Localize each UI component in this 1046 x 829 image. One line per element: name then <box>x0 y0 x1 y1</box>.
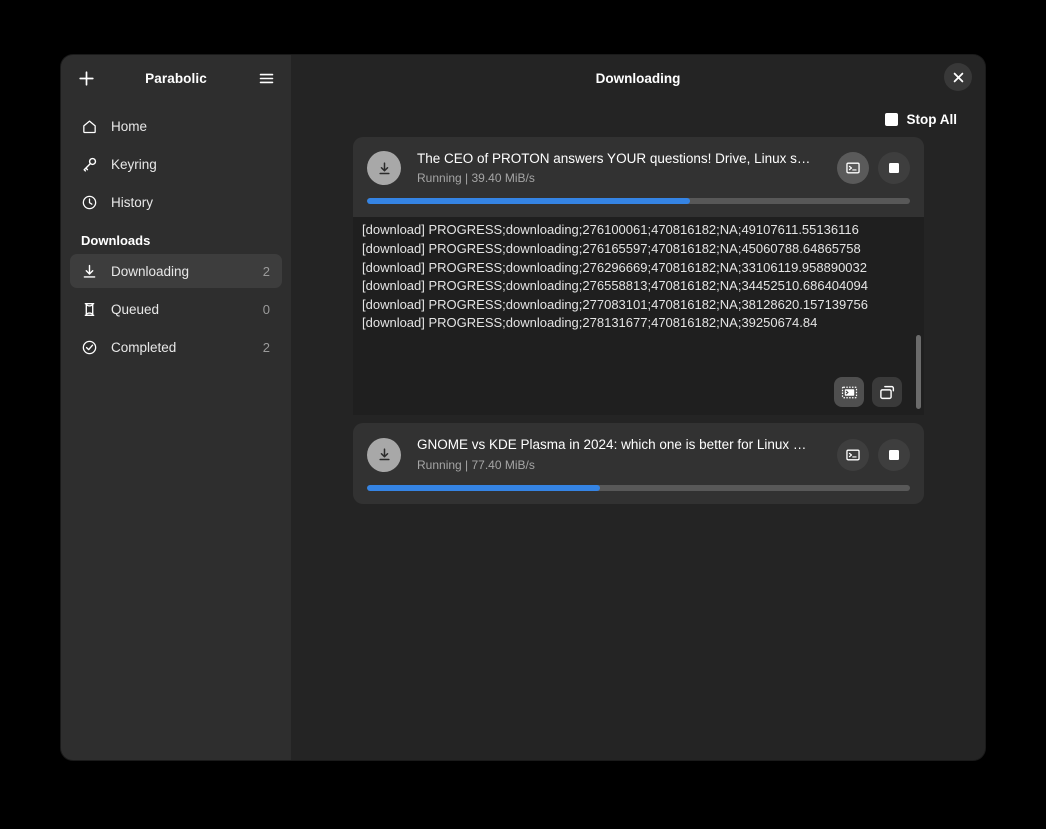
download-progress <box>353 473 924 504</box>
log-action-buttons <box>834 377 902 407</box>
sidebar-item-label: Keyring <box>111 157 272 172</box>
download-title: The CEO of PROTON answers YOUR questions… <box>417 150 827 168</box>
stop-square-icon <box>885 113 898 126</box>
terminal-boxed-icon <box>841 384 858 401</box>
download-log-area[interactable]: [download] PROGRESS;downloading;27610006… <box>353 217 924 415</box>
sidebar-header: Parabolic <box>61 55 291 101</box>
download-log-text: [download] PROGRESS;downloading;27610006… <box>353 217 924 337</box>
close-icon <box>953 72 964 83</box>
downloads-list: The CEO of PROTON answers YOUR questions… <box>291 137 985 760</box>
sidebar-navigation: Home Keyring History <box>61 101 291 368</box>
close-window-button[interactable] <box>944 63 972 91</box>
copy-log-button[interactable] <box>872 377 902 407</box>
download-progress <box>353 186 924 217</box>
app-title: Parabolic <box>101 71 251 86</box>
hourglass-icon <box>80 300 98 318</box>
toggle-log-button[interactable] <box>837 152 869 184</box>
main-header: Downloading <box>291 55 985 101</box>
progress-fill <box>367 198 690 204</box>
download-card-row: The CEO of PROTON answers YOUR questions… <box>353 137 924 186</box>
stop-all-label: Stop All <box>907 112 958 127</box>
terminal-icon <box>845 447 861 463</box>
sidebar-item-label: Completed <box>111 340 263 355</box>
add-download-button[interactable] <box>71 63 101 93</box>
home-icon <box>80 117 98 135</box>
log-scrollbar[interactable] <box>916 335 921 409</box>
download-title: GNOME vs KDE Plasma in 2024: which one i… <box>417 436 827 454</box>
download-status: Running | 77.40 MiB/s <box>417 457 827 473</box>
download-status: Running | 39.40 MiB/s <box>417 170 827 186</box>
toggle-log-button[interactable] <box>837 439 869 471</box>
download-card[interactable]: The CEO of PROTON answers YOUR questions… <box>353 137 924 217</box>
parabolic-app-window: Parabolic Home <box>61 55 985 760</box>
download-arrow-icon <box>367 438 401 472</box>
downloads-toolbar: Stop All <box>291 101 985 137</box>
progress-track <box>367 198 910 204</box>
download-arrow-icon <box>80 262 98 280</box>
terminal-icon <box>845 160 861 176</box>
sidebar-item-count: 2 <box>263 340 272 355</box>
stop-square-icon <box>887 448 901 462</box>
sidebar-item-home[interactable]: Home <box>70 109 282 143</box>
open-console-button[interactable] <box>834 377 864 407</box>
stop-square-icon <box>887 161 901 175</box>
stop-download-button[interactable] <box>878 152 910 184</box>
sidebar-item-keyring[interactable]: Keyring <box>70 147 282 181</box>
sidebar-item-label: Home <box>111 119 272 134</box>
sidebar-item-downloading[interactable]: Downloading 2 <box>70 254 282 288</box>
sidebar-item-queued[interactable]: Queued 0 <box>70 292 282 326</box>
sidebar-item-history[interactable]: History <box>70 185 282 219</box>
sidebar-section-downloads: Downloads <box>70 223 282 254</box>
sidebar-item-label: Queued <box>111 302 263 317</box>
main-menu-button[interactable] <box>251 63 281 93</box>
page-title: Downloading <box>596 71 681 86</box>
clock-icon <box>80 193 98 211</box>
sidebar-item-completed[interactable]: Completed 2 <box>70 330 282 364</box>
download-info: The CEO of PROTON answers YOUR questions… <box>401 150 837 186</box>
stop-download-button[interactable] <box>878 439 910 471</box>
download-actions <box>837 439 910 471</box>
sidebar-item-label: History <box>111 195 272 210</box>
stop-all-button[interactable]: Stop All <box>879 108 964 131</box>
sidebar-item-count: 2 <box>263 264 272 279</box>
sidebar-item-label: Downloading <box>111 264 263 279</box>
check-circle-icon <box>80 338 98 356</box>
key-icon <box>80 155 98 173</box>
plus-icon <box>78 70 95 87</box>
download-arrow-icon <box>367 151 401 185</box>
sidebar: Parabolic Home <box>61 55 291 760</box>
hamburger-menu-icon <box>258 70 275 87</box>
sidebar-item-count: 0 <box>263 302 272 317</box>
progress-fill <box>367 485 600 491</box>
main-pane: Downloading Stop All <box>291 55 985 760</box>
download-actions <box>837 152 910 184</box>
download-card-row: GNOME vs KDE Plasma in 2024: which one i… <box>353 423 924 472</box>
card-spacer <box>353 415 924 423</box>
progress-track <box>367 485 910 491</box>
download-info: GNOME vs KDE Plasma in 2024: which one i… <box>401 436 837 472</box>
copy-icon <box>879 384 896 401</box>
download-card[interactable]: GNOME vs KDE Plasma in 2024: which one i… <box>353 423 924 503</box>
